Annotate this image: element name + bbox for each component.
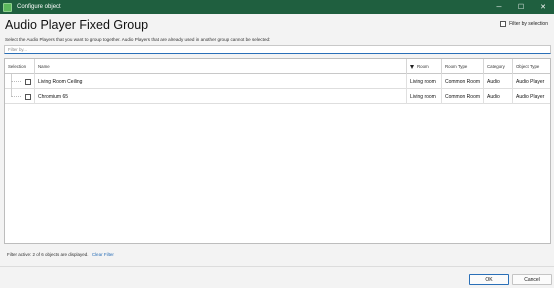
cancel-button[interactable]: Cancel [512, 274, 552, 285]
maximize-button[interactable]: ☐ [510, 0, 532, 14]
column-header-room-type[interactable]: Room Type [442, 59, 484, 74]
column-label: Room Type [445, 64, 468, 69]
filter-by-selection-checkbox[interactable] [500, 21, 507, 27]
clear-filter-link[interactable]: Clear Filter [92, 252, 114, 257]
filter-by-selection-label: Filter by selection [509, 21, 548, 27]
room-type-cell: Common Room [442, 74, 484, 89]
ok-button[interactable]: OK [469, 274, 509, 285]
filter-input[interactable]: Filter by... [4, 45, 551, 54]
column-header-category[interactable]: Category [484, 59, 513, 74]
object-type-cell: Audio Player [516, 93, 545, 100]
name-cell: Chromium 65 [35, 89, 407, 104]
column-header-name[interactable]: Name [35, 59, 407, 74]
app-icon [3, 2, 12, 12]
room-cell: Living room [407, 74, 442, 89]
column-label: Object Type [516, 64, 540, 69]
room-type-cell: Common Room [442, 89, 484, 104]
column-label: Selection [8, 64, 27, 69]
column-label: Category [487, 64, 505, 69]
category-cell: Audio [484, 74, 513, 89]
object-type-cell: Audio Player [516, 78, 545, 85]
column-label: Room [417, 64, 429, 69]
window-title: Configure object [17, 4, 61, 10]
selection-cell[interactable] [5, 89, 35, 104]
objects-table: Selection Name Room Room Type Category O… [4, 58, 551, 244]
row-checkbox[interactable] [25, 78, 31, 85]
filter-status-text: Filter active: 2 of 6 objects are displa… [7, 252, 89, 257]
instructions-text: Select the Audio Players that you want t… [5, 37, 271, 42]
category-cell: Audio [484, 89, 513, 104]
table-row[interactable]: Chromium 65 Living room Common Room Audi… [5, 89, 550, 104]
page-title: Audio Player Fixed Group [5, 18, 149, 32]
filter-status: Filter active: 2 of 6 objects are displa… [7, 252, 114, 257]
column-header-selection[interactable]: Selection [5, 59, 35, 74]
window-controls: ─ ☐ ✕ [488, 0, 554, 14]
selection-cell[interactable] [5, 74, 35, 89]
footer-divider [0, 266, 554, 267]
minimize-button[interactable]: ─ [488, 0, 510, 14]
column-label: Name [38, 64, 50, 69]
close-button[interactable]: ✕ [532, 0, 554, 14]
room-cell: Living room [407, 89, 442, 104]
title-bar: Configure object ─ ☐ ✕ [0, 0, 554, 14]
filter-by-selection-toggle[interactable]: Filter by selection [500, 21, 548, 27]
column-header-room[interactable]: Room [407, 59, 442, 74]
filter-funnel-icon[interactable] [410, 64, 414, 69]
row-checkbox[interactable] [25, 93, 31, 100]
column-header-object-type[interactable]: Object Type [513, 59, 550, 74]
table-row[interactable]: Living Room Ceiling Living room Common R… [5, 74, 550, 89]
table-header: Selection Name Room Room Type Category O… [5, 59, 550, 74]
name-cell: Living Room Ceiling [35, 74, 407, 89]
